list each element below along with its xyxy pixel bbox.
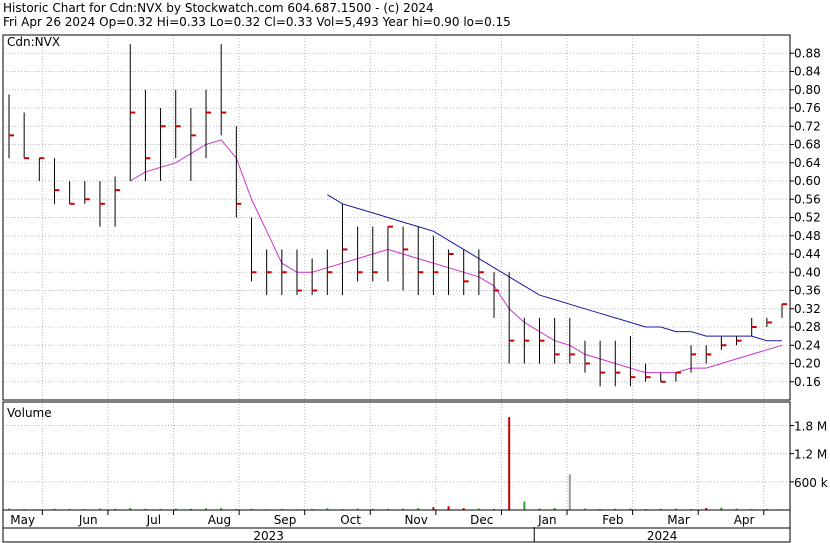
month-label: Jun xyxy=(78,513,98,527)
volume-grid xyxy=(3,424,794,483)
volume-tick-label: 1.2 M xyxy=(794,448,827,462)
price-tick-label: 0.64 xyxy=(794,156,821,170)
ohlc-bars xyxy=(8,44,787,387)
stock-chart: 0.16 0.20 0.24 0.28 0.32 0.36 0.40 0.44 0.48 0.52… xyxy=(2,34,828,543)
price-tick-label: 0.76 xyxy=(794,101,821,115)
price-tick-label: 0.36 xyxy=(794,284,821,298)
year-label: 2023 xyxy=(253,529,284,543)
price-grid xyxy=(3,52,794,383)
price-tick-label: 0.68 xyxy=(794,138,821,152)
volume-panel-frame xyxy=(2,401,791,511)
volume-bars xyxy=(8,417,783,510)
price-tick-label: 0.84 xyxy=(794,65,821,79)
price-tick-label: 0.44 xyxy=(794,247,821,261)
price-tick-label: 0.88 xyxy=(794,46,821,60)
month-label: Jul xyxy=(146,513,161,527)
price-tick-label: 0.40 xyxy=(794,265,821,279)
symbol-label: Cdn:NVX xyxy=(7,35,60,49)
moving-average-lines xyxy=(130,139,783,374)
year-label: 2024 xyxy=(647,529,678,543)
month-label: Dec xyxy=(470,513,493,527)
price-tick-label: 0.52 xyxy=(794,211,821,225)
ma-short-line xyxy=(130,139,783,374)
month-label: Jan xyxy=(537,513,557,527)
month-label: May xyxy=(10,513,35,527)
price-tick-label: 0.60 xyxy=(794,174,821,188)
price-tick-label: 0.24 xyxy=(794,338,821,352)
price-tick-label: 0.56 xyxy=(794,192,821,206)
price-tick-label: 0.72 xyxy=(794,119,821,133)
month-label: Feb xyxy=(602,513,623,527)
price-tick-label: 0.20 xyxy=(794,357,821,371)
price-tick-label: 0.32 xyxy=(794,302,821,316)
volume-tick-label: 600 k xyxy=(794,476,828,490)
month-label: Apr xyxy=(734,513,755,527)
month-label: Aug xyxy=(208,513,231,527)
volume-panel-label: Volume xyxy=(7,406,52,420)
month-label: Nov xyxy=(404,513,427,527)
volume-tick-label: 1.8 M xyxy=(794,419,827,433)
axis-labels: 0.16 0.20 0.24 0.28 0.32 0.36 0.40 0.44 0.48 0.52… xyxy=(10,46,827,543)
panel-frames xyxy=(2,34,791,543)
month-label: Oct xyxy=(340,513,361,527)
month-label: Mar xyxy=(667,513,690,527)
month-label: Sep xyxy=(274,513,297,527)
price-tick-label: 0.80 xyxy=(794,83,821,97)
price-tick-label: 0.28 xyxy=(794,320,821,334)
price-tick-label: 0.16 xyxy=(794,375,821,389)
price-tick-label: 0.48 xyxy=(794,229,821,243)
